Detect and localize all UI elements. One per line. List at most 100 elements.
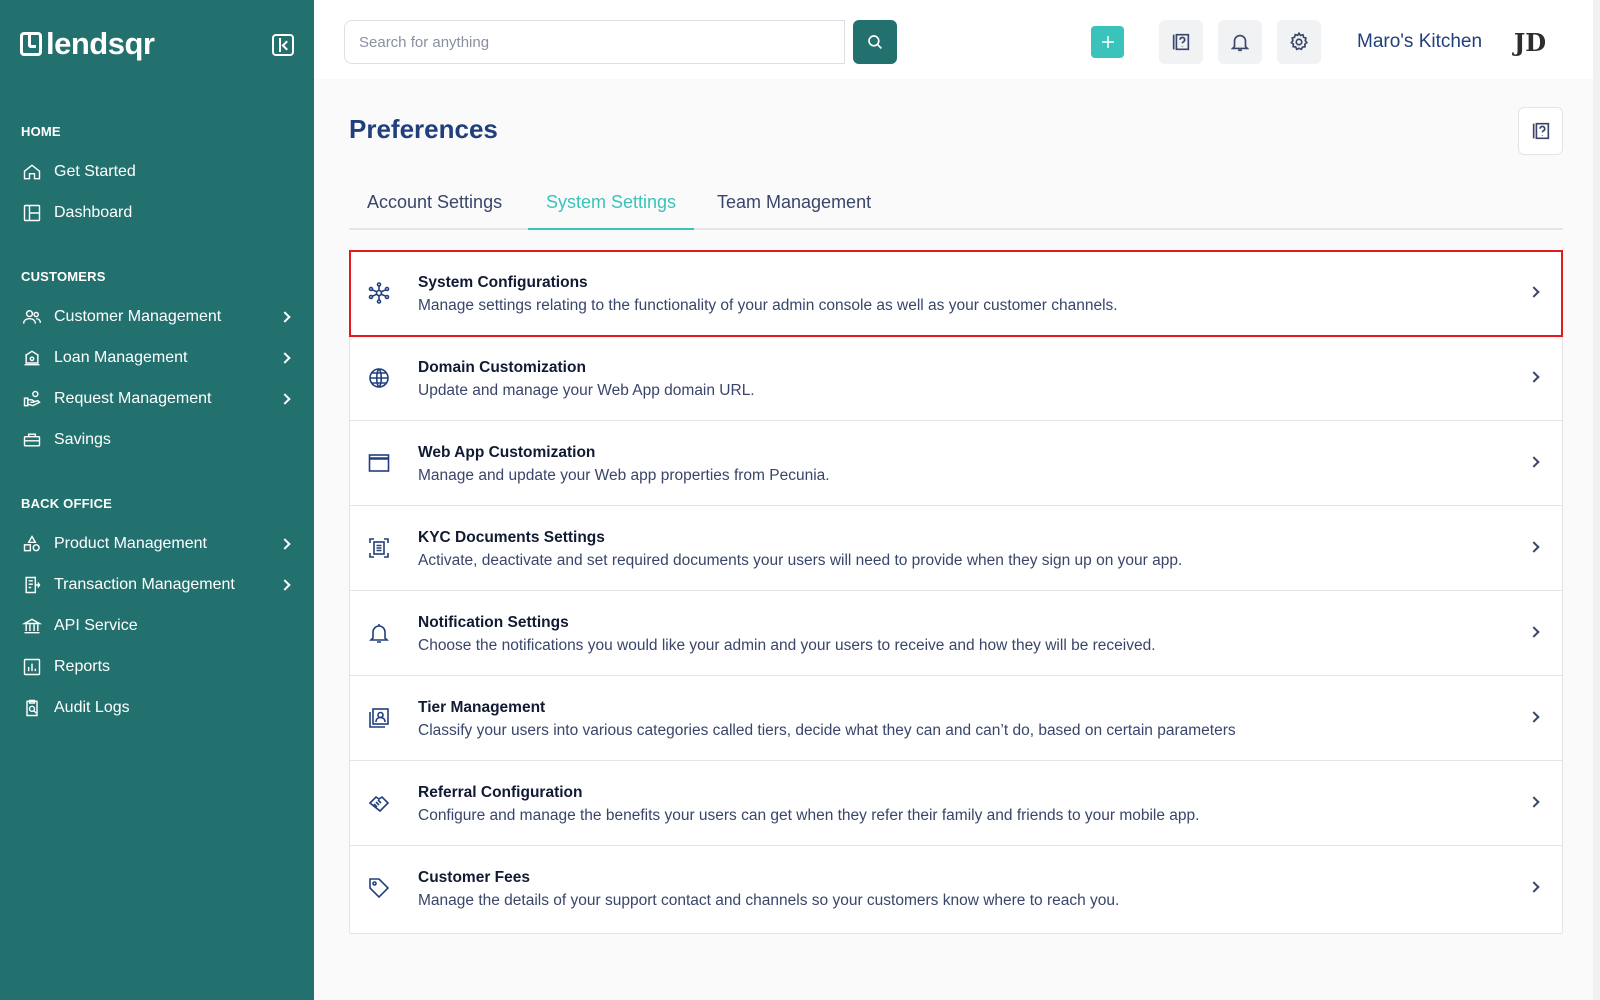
help-book-icon — [1172, 33, 1190, 51]
settings-row-title: Referral Configuration — [418, 784, 583, 801]
browser-window-icon — [367, 451, 391, 475]
avatar[interactable]: JD — [1512, 24, 1548, 60]
sidebar-item-label: Reports — [54, 658, 111, 675]
page-title: Preferences — [349, 114, 498, 144]
sidebar-item-dashboard[interactable]: Dashboard — [0, 195, 314, 231]
section-title-customers: CUSTOMERS — [21, 269, 106, 284]
sidebar-item-label: Loan Management — [54, 349, 188, 366]
sidebar-item-label: Transaction Management — [54, 576, 235, 593]
audit-icon — [22, 698, 42, 718]
user-profile-icon — [367, 706, 391, 730]
chevron-right-icon — [279, 538, 291, 550]
settings-row-domain-customization[interactable]: Domain Customization Update and manage y… — [350, 336, 1562, 421]
help-docs-button[interactable] — [1159, 20, 1203, 64]
sidebar-item-savings[interactable]: Savings — [0, 422, 314, 458]
sidebar-item-transaction-management[interactable]: Transaction Management — [0, 567, 314, 603]
sidebar-item-request-management[interactable]: Request Management — [0, 381, 314, 417]
scrollbar[interactable] — [1593, 0, 1600, 1000]
logo-text: lendsqr — [46, 26, 155, 61]
chevron-right-icon — [1528, 796, 1540, 808]
chevron-right-icon — [1528, 626, 1540, 638]
settings-row-title: System Configurations — [418, 274, 588, 291]
chevron-right-icon — [1528, 371, 1540, 383]
sidebar-item-label: Product Management — [54, 535, 207, 552]
notifications-button[interactable] — [1218, 20, 1262, 64]
sidebar-item-reports[interactable]: Reports — [0, 649, 314, 685]
settings-row-title: Tier Management — [418, 699, 546, 716]
search-button[interactable] — [853, 20, 897, 64]
system-settings-list: System Configurations Manage settings re… — [349, 250, 1563, 934]
section-title-back-office: BACK OFFICE — [21, 496, 113, 511]
settings-row-referral-configuration[interactable]: Referral Configuration Configure and man… — [350, 761, 1562, 846]
network-icon — [367, 281, 391, 305]
settings-row-kyc-documents-settings[interactable]: KYC Documents Settings Activate, deactiv… — [350, 506, 1562, 591]
settings-row-description: Choose the notifications you would like … — [418, 637, 1156, 654]
chevron-right-icon — [1528, 711, 1540, 723]
handshake-icon — [367, 791, 391, 815]
settings-row-title: Web App Customization — [418, 444, 596, 461]
tag-icon — [367, 876, 391, 900]
transaction-icon — [22, 575, 42, 595]
chevron-right-icon — [279, 352, 291, 364]
home-icon — [22, 162, 42, 182]
settings-row-system-configurations[interactable]: System Configurations Manage settings re… — [349, 250, 1563, 337]
savings-icon — [22, 430, 42, 450]
tab-system-settings[interactable]: System Settings — [528, 180, 695, 230]
sidebar-item-get-started[interactable]: Get Started — [0, 154, 314, 190]
sidebar-item-label: Savings — [54, 431, 111, 448]
chevron-right-icon — [279, 579, 291, 591]
help-book-icon — [1532, 122, 1549, 140]
sidebar-item-label: Customer Management — [54, 308, 222, 325]
sidebar-item-product-management[interactable]: Product Management — [0, 526, 314, 562]
settings-row-description: Configure and manage the benefits your u… — [418, 807, 1200, 824]
bank-icon — [22, 616, 42, 636]
reports-icon — [22, 657, 42, 677]
sidebar: lendsqr HOME Get Started Dashboard CUSTO… — [0, 0, 314, 1000]
settings-button[interactable] — [1277, 20, 1321, 64]
sidebar-item-label: API Service — [54, 617, 138, 634]
settings-row-description: Manage settings relating to the function… — [418, 297, 1118, 314]
chevron-right-icon — [279, 311, 291, 323]
document-scan-icon — [367, 536, 391, 560]
chevron-right-icon — [1528, 541, 1540, 553]
collapse-sidebar-icon[interactable] — [272, 34, 294, 56]
page-help-button[interactable] — [1518, 107, 1563, 155]
dashboard-icon — [22, 203, 42, 223]
bell-icon — [367, 621, 391, 645]
section-title-home: HOME — [21, 124, 61, 139]
add-button[interactable] — [1091, 26, 1124, 58]
search-icon — [868, 35, 882, 49]
settings-row-web-app-customization[interactable]: Web App Customization Manage and update … — [350, 421, 1562, 506]
settings-row-tier-management[interactable]: Tier Management Classify your users into… — [350, 676, 1562, 761]
loan-icon — [22, 348, 42, 368]
settings-row-title: Customer Fees — [418, 869, 530, 886]
users-icon — [22, 307, 42, 327]
chevron-right-icon — [1528, 881, 1540, 893]
search-input[interactable] — [344, 20, 845, 64]
settings-row-description: Manage the details of your support conta… — [418, 892, 1120, 909]
bell-icon — [1230, 34, 1250, 52]
settings-row-title: Notification Settings — [418, 614, 569, 631]
tab-account-settings[interactable]: Account Settings — [349, 180, 520, 230]
settings-row-customer-fees[interactable]: Customer Fees Manage the details of your… — [350, 846, 1562, 931]
lendsqr-logo[interactable]: lendsqr — [20, 26, 155, 62]
settings-row-notification-settings[interactable]: Notification Settings Choose the notific… — [350, 591, 1562, 676]
plus-icon — [1101, 36, 1114, 48]
sidebar-item-label: Get Started — [54, 163, 136, 180]
settings-row-description: Classify your users into various categor… — [418, 722, 1236, 739]
sidebar-item-loan-management[interactable]: Loan Management — [0, 340, 314, 376]
globe-icon — [367, 366, 391, 390]
chevron-right-icon — [1528, 456, 1540, 468]
sidebar-item-customer-management[interactable]: Customer Management — [0, 299, 314, 335]
logo-mark-icon — [20, 32, 42, 56]
tab-team-management[interactable]: Team Management — [699, 180, 889, 230]
request-icon — [22, 389, 42, 409]
sidebar-item-label: Dashboard — [54, 204, 133, 221]
sidebar-item-label: Request Management — [54, 390, 212, 407]
sidebar-item-api-service[interactable]: API Service — [0, 608, 314, 644]
chevron-right-icon — [1528, 286, 1540, 298]
organization-name[interactable]: Maro's Kitchen — [1357, 31, 1482, 53]
gear-icon — [1290, 31, 1308, 51]
sidebar-item-audit-logs[interactable]: Audit Logs — [0, 690, 314, 726]
settings-row-description: Update and manage your Web App domain UR… — [418, 382, 755, 399]
